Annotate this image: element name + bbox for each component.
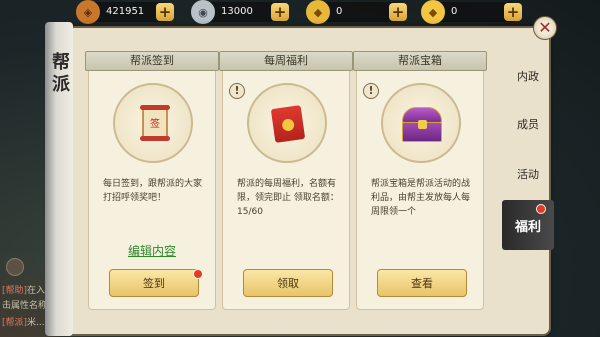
signin-button[interactable]: 签到 bbox=[109, 269, 199, 297]
card-guild-chest: 帮派宝箱 ! 帮派宝箱是帮派活动的战利品，由帮主发放每人每周限领一个 查看 bbox=[353, 51, 487, 310]
chat-channel-tag: [帮派] bbox=[2, 318, 28, 328]
add-gold-button[interactable]: + bbox=[504, 3, 522, 21]
button-label: 领取 bbox=[277, 277, 299, 290]
currency-value: 421951 bbox=[106, 6, 145, 17]
gold-ingot-bound-icon: ◆ bbox=[306, 0, 330, 24]
currency-silver: ◉ 13000 + bbox=[191, 0, 289, 24]
tab-label: 活动 bbox=[517, 168, 539, 181]
card-header: 帮派签到 bbox=[85, 51, 219, 71]
info-warning-icon[interactable]: ! bbox=[229, 83, 245, 99]
currency-bound-gold: ◆ 0 + bbox=[306, 0, 407, 24]
close-button[interactable]: ✕ bbox=[533, 16, 557, 40]
card-description: 帮派的每周福利，名额有限，领完即止 领取名额：15/60 bbox=[237, 179, 339, 217]
chest-lock bbox=[418, 120, 427, 129]
button-label: 查看 bbox=[411, 277, 433, 290]
currency-value: 13000 bbox=[221, 6, 253, 17]
edit-content-link[interactable]: 编辑内容 bbox=[89, 242, 215, 259]
tab-members[interactable]: 成员 bbox=[502, 100, 554, 148]
chat-text: 米... bbox=[27, 318, 45, 328]
card-guild-signin: 帮派签到 签 每日签到，跟帮派的大家打招呼领奖吧！ 编辑内容 签到 bbox=[85, 51, 219, 310]
card-description: 每日签到，跟帮派的大家打招呼领奖吧！ bbox=[103, 179, 203, 203]
card-header: 每周福利 bbox=[219, 51, 353, 71]
scroll-icon: 签 bbox=[140, 105, 170, 141]
add-bound-gold-button[interactable]: + bbox=[389, 3, 407, 21]
tab-label: 内政 bbox=[517, 70, 539, 83]
add-silver-button[interactable]: + bbox=[271, 3, 289, 21]
currency-value: 0 bbox=[451, 6, 458, 17]
card-weekly-welfare: 每周福利 ! 帮派的每周福利，名额有限，领完即止 领取名额：15/60 领取 bbox=[219, 51, 353, 310]
chat-line[interactable]: 击属性名称 bbox=[2, 298, 47, 311]
card-medallion: 签 bbox=[113, 83, 193, 163]
add-copper-button[interactable]: + bbox=[156, 3, 174, 21]
tab-internal-affairs[interactable]: 内政 bbox=[502, 52, 554, 100]
card-medallion bbox=[247, 83, 327, 163]
currency-gold: ◆ 0 + bbox=[421, 0, 522, 24]
silver-ingot-icon: ◉ bbox=[191, 0, 215, 24]
currency-copper: ◈ 421951 + bbox=[76, 0, 174, 24]
currency-value: 0 bbox=[336, 6, 343, 17]
card-medallion bbox=[381, 83, 461, 163]
tab-welfare[interactable]: 福利 bbox=[502, 200, 554, 250]
tab-notification-dot bbox=[536, 204, 546, 214]
chat-line[interactable]: [帮派]米... bbox=[2, 315, 45, 328]
card-header: 帮派宝箱 bbox=[353, 51, 487, 71]
tab-label: 成员 bbox=[517, 118, 539, 131]
button-label: 签到 bbox=[143, 277, 165, 290]
red-envelope-icon bbox=[270, 105, 306, 143]
svg-text:签: 签 bbox=[150, 117, 160, 130]
chat-text: 击属性名称 bbox=[2, 301, 48, 311]
view-button[interactable]: 查看 bbox=[377, 269, 467, 297]
copper-coin-icon: ◈ bbox=[76, 0, 100, 24]
chat-avatar[interactable] bbox=[6, 258, 24, 276]
info-warning-icon[interactable]: ! bbox=[363, 83, 379, 99]
panel-title: 帮派 bbox=[52, 52, 70, 95]
tab-label: 福利 bbox=[514, 219, 541, 235]
gold-ingot-icon: ◆ bbox=[421, 0, 445, 24]
chat-channel-tag: [帮助] bbox=[2, 286, 28, 296]
card-description: 帮派宝箱是帮派活动的战利品，由帮主发放每人每周限领一个 bbox=[371, 179, 471, 217]
notification-dot bbox=[193, 269, 203, 279]
tab-activities[interactable]: 活动 bbox=[502, 150, 554, 198]
claim-button[interactable]: 领取 bbox=[243, 269, 333, 297]
